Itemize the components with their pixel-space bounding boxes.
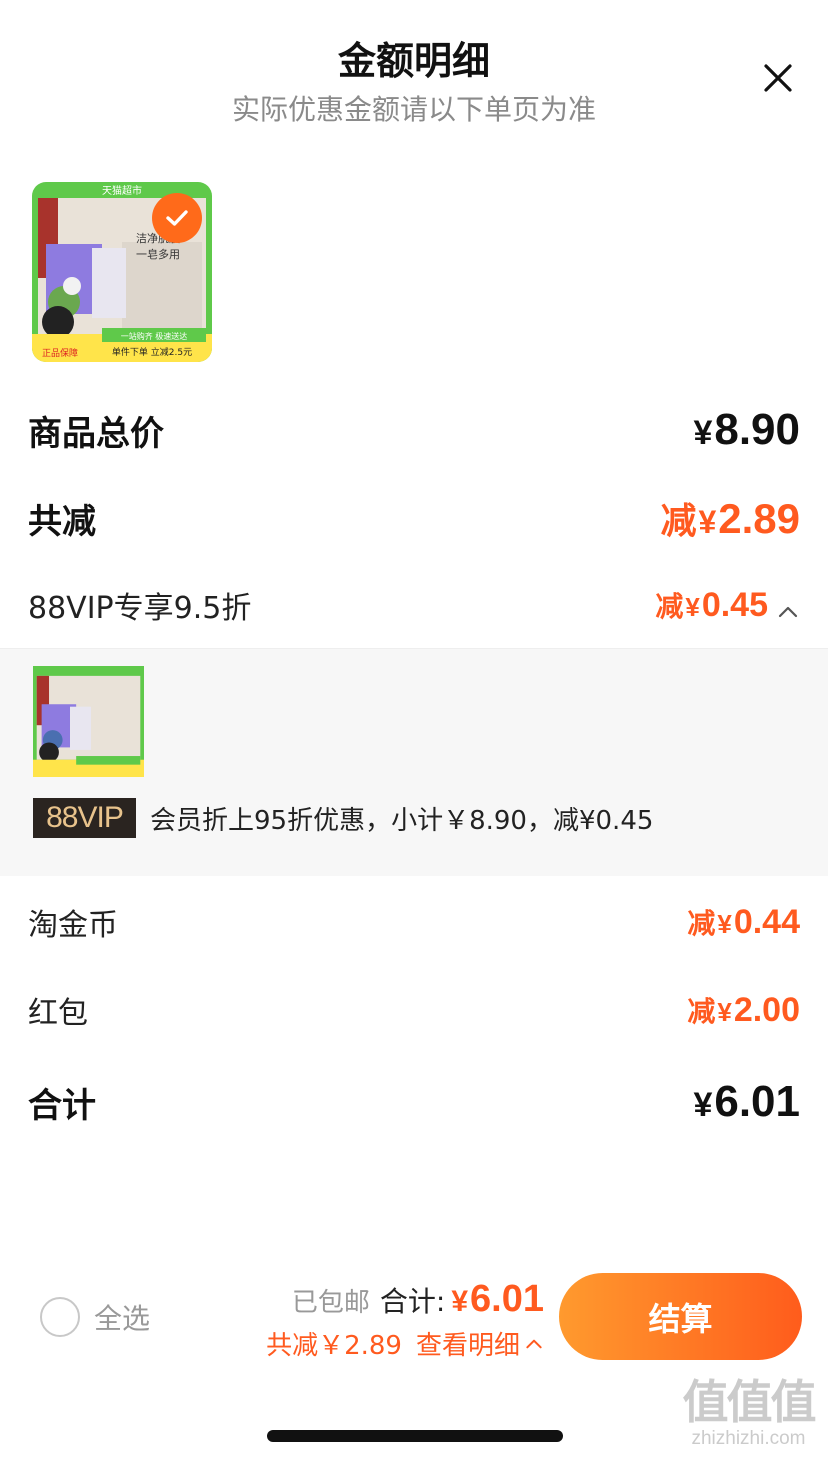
redpacket-label: 红包	[28, 996, 88, 1031]
home-indicator[interactable]	[267, 1430, 563, 1442]
free-shipping-label: 已包邮	[291, 1288, 370, 1318]
grand-total-value: ¥6.01	[693, 1077, 800, 1127]
coins-amount: 0.44	[733, 903, 800, 941]
view-detail-link[interactable]: 查看明细	[416, 1325, 520, 1362]
discount-total-label: 共减	[28, 501, 96, 542]
vip-detail-line: 88VIP 会员折上95折优惠，小计￥8.90，减¥0.45	[33, 798, 653, 838]
watermark: 值值值 zhizhizhi.com	[676, 1376, 821, 1450]
vip-product-image	[33, 666, 144, 777]
vip-discount-currency: ¥	[685, 592, 700, 622]
grand-total-label: 合计	[28, 1085, 96, 1126]
vip-discount-row[interactable]: 88VIP专享9.5折 减¥0.45	[28, 582, 800, 628]
chevron-up-icon[interactable]	[776, 600, 800, 624]
vip-product-image-art	[33, 666, 144, 777]
product-image-bottom-1: 一站购齐 极速送达	[121, 331, 188, 341]
order-summary: 已包邮 合计: ¥6.01 共减￥2.89 查看明细	[266, 1278, 544, 1362]
coins-prefix: 减	[687, 908, 716, 939]
chevron-up-icon[interactable]	[524, 1334, 544, 1354]
select-all-toggle[interactable]: 全选	[40, 1297, 150, 1337]
grand-total-currency: ¥	[693, 1086, 713, 1124]
watermark-glyphs: 值值值	[682, 1375, 817, 1429]
amount-detail-sheet: 金额明细 实际优惠金额请以下单页为准 天猫超市 洁净肌肤 一皂多用 一站购齐 极…	[0, 0, 828, 1458]
select-all-label: 全选	[94, 1302, 151, 1335]
subtotal-amount: 8.90	[714, 405, 800, 454]
grand-total-amount: 6.01	[714, 1077, 800, 1126]
product-image-bottom-2: 单件下单 立减2.5元	[112, 346, 192, 358]
vip-discount-amount: 0.45	[701, 586, 768, 624]
checkout-button[interactable]: 结算	[559, 1273, 802, 1360]
select-all-radio[interactable]	[40, 1297, 80, 1337]
summary-total-line: 已包邮 合计: ¥6.01	[266, 1278, 544, 1321]
vip-discount-label: 88VIP专享9.5折	[28, 591, 252, 626]
product-image-slogan-2: 一皂多用	[136, 247, 180, 261]
summary-total-label: 合计:	[379, 1285, 446, 1318]
selected-check-badge[interactable]	[152, 193, 202, 243]
discount-total-currency: ¥	[698, 504, 717, 540]
vip-discount-value: 减¥0.45	[655, 585, 800, 625]
summary-total-amount: 6.01	[470, 1278, 544, 1320]
redpacket-currency: ¥	[717, 997, 732, 1027]
subtotal-label: 商品总价	[28, 413, 164, 454]
product-image-corner: 正品保障	[42, 347, 78, 359]
redpacket-amount: 2.00	[733, 991, 800, 1029]
vip-discount-prefix: 减	[655, 591, 684, 622]
subtotal-row: 商品总价 ¥8.90	[28, 404, 800, 456]
close-icon	[764, 64, 792, 92]
redpacket-value: 减¥2.00	[687, 990, 800, 1030]
product-image-banner: 天猫超市	[102, 184, 142, 197]
summary-saved-text: 共减￥2.89	[266, 1331, 402, 1361]
discount-total-prefix: 减	[660, 500, 697, 541]
discount-total-value: 减¥2.89	[660, 492, 800, 544]
redpacket-prefix: 减	[687, 996, 716, 1027]
watermark-site: zhizhizhi.com	[691, 1428, 806, 1449]
vip-detail-text: 会员折上95折优惠，小计￥8.90，减¥0.45	[150, 805, 654, 836]
coins-label: 淘金币	[28, 908, 118, 943]
discount-total-amount: 2.89	[718, 495, 800, 542]
coins-row: 淘金币 减¥0.44	[28, 898, 800, 946]
summary-saved-line: 共减￥2.89 查看明细	[266, 1325, 544, 1362]
summary-total-value: ¥6.01	[451, 1278, 544, 1321]
coins-value: 减¥0.44	[687, 902, 800, 942]
coins-currency: ¥	[717, 909, 732, 939]
check-icon	[166, 210, 188, 226]
summary-total-currency: ¥	[451, 1285, 469, 1318]
redpacket-row: 红包 减¥2.00	[28, 986, 800, 1034]
subtotal-currency: ¥	[693, 414, 713, 452]
subtotal-value: ¥8.90	[693, 405, 800, 455]
grand-total-row: 合计 ¥6.01	[28, 1076, 800, 1128]
sheet-subtitle: 实际优惠金额请以下单页为准	[231, 93, 596, 126]
vip-badge: 88VIP	[33, 798, 136, 838]
discount-total-row: 共减 减¥2.89	[28, 492, 800, 544]
sheet-title: 金额明细	[337, 39, 490, 83]
close-button[interactable]	[758, 58, 798, 98]
